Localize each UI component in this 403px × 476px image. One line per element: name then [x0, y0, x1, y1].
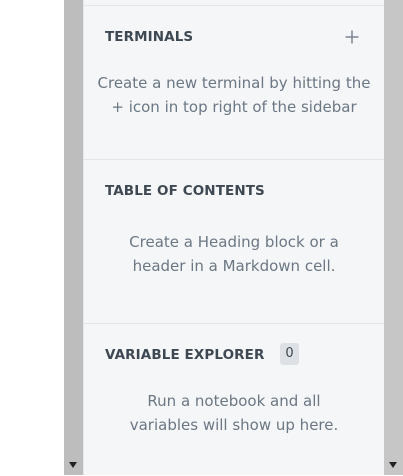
variable-count-badge: 0 [280, 343, 299, 365]
terminals-title: TERMINALS [105, 29, 194, 45]
terminals-message-line-2: + icon in top right of the sidebar [111, 98, 357, 116]
variables-message-line-1: Run a notebook and all [147, 392, 321, 410]
sidebar-window: TERMINALS Create a new terminal by hitti… [0, 0, 403, 475]
toc-empty-message: Create a Heading block or a header in a … [84, 230, 384, 278]
toc-message-line-2: header in a Markdown cell. [132, 257, 336, 275]
right-scrollbar[interactable] [384, 0, 403, 475]
variables-message-line-2: variables will show up here. [129, 416, 339, 434]
plus-icon[interactable] [344, 29, 360, 45]
terminals-section: TERMINALS Create a new terminal by hitti… [84, 5, 384, 160]
scroll-down-arrow-icon[interactable] [389, 462, 397, 468]
scroll-down-arrow-icon[interactable] [69, 462, 77, 468]
toc-section: TABLE OF CONTENTS Create a Heading block… [84, 159, 384, 324]
toc-message-line-1: Create a Heading block or a [129, 233, 339, 251]
variable-explorer-section: VARIABLE EXPLORER 0 Run a notebook and a… [84, 323, 384, 476]
left-scrollbar[interactable] [64, 0, 83, 475]
variables-empty-message: Run a notebook and all variables will sh… [84, 389, 384, 437]
terminals-message-line-1: Create a new terminal by hitting the [97, 74, 371, 92]
sidebar-panel: TERMINALS Create a new terminal by hitti… [83, 0, 384, 475]
terminals-empty-message: Create a new terminal by hitting the + i… [84, 71, 384, 119]
variable-explorer-title: VARIABLE EXPLORER [105, 347, 265, 363]
toc-title: TABLE OF CONTENTS [105, 183, 265, 199]
